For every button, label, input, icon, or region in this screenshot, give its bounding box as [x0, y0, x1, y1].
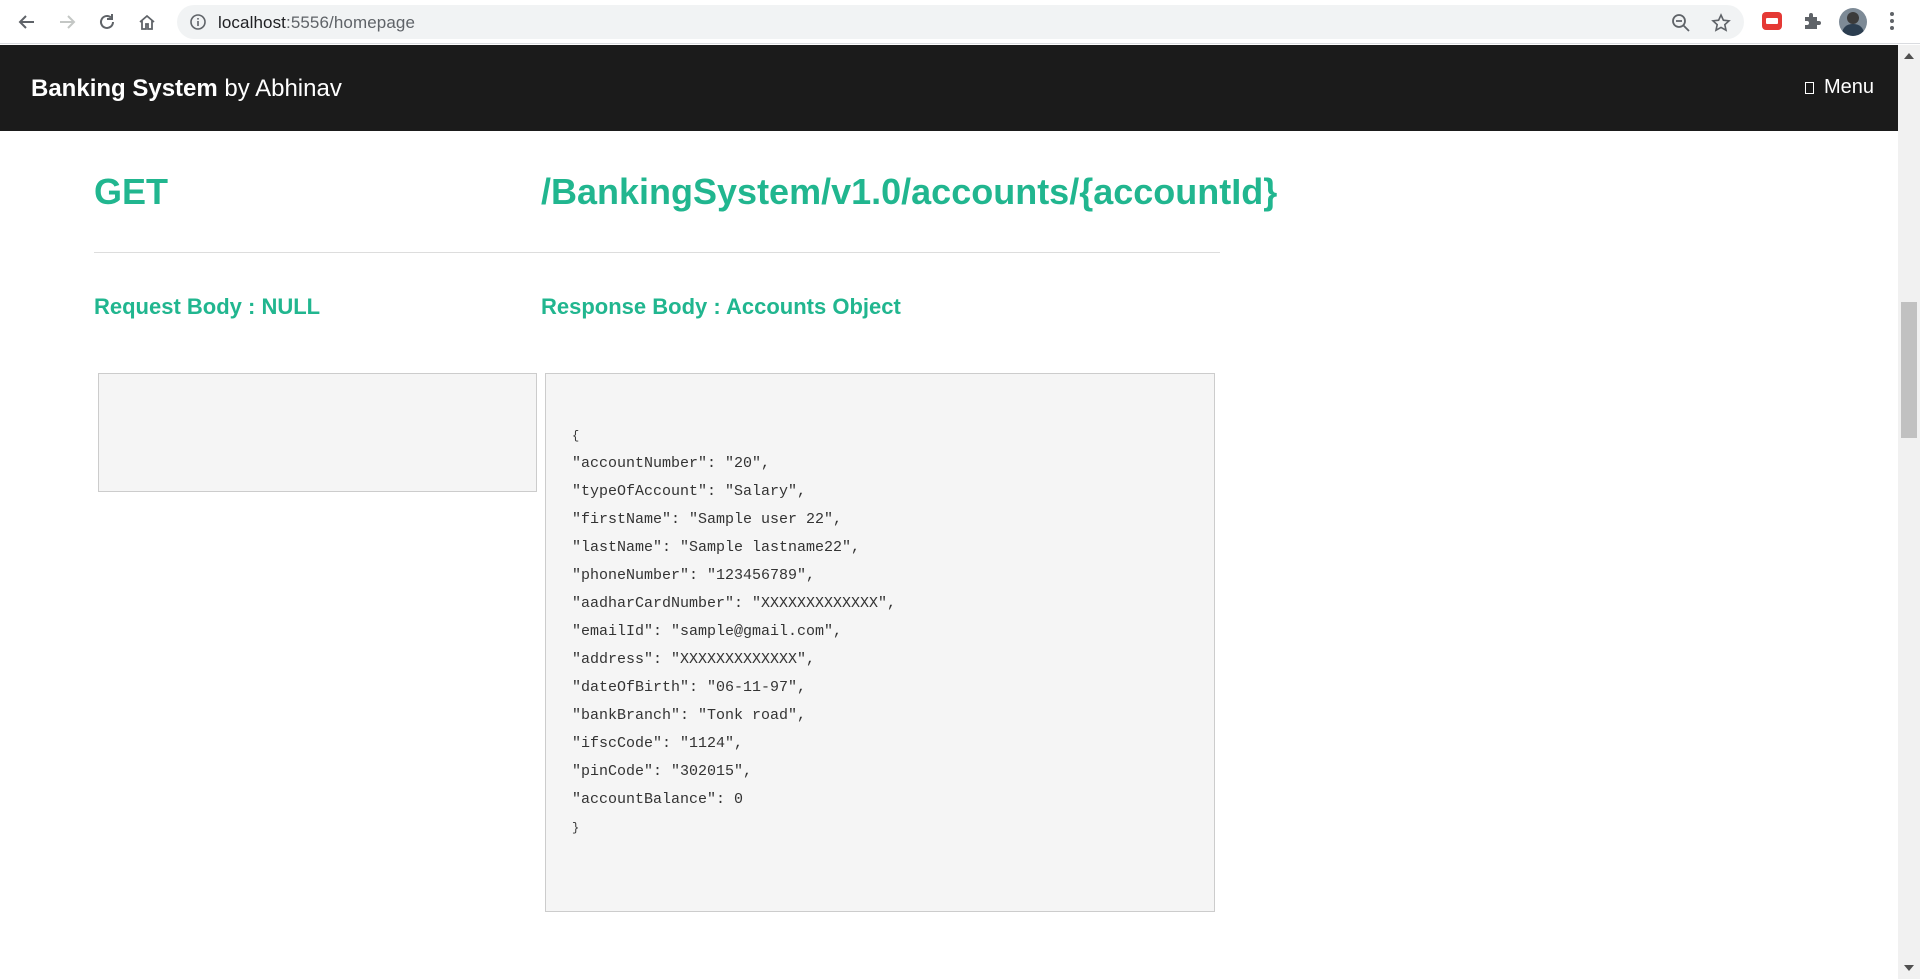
extensions-puzzle-icon[interactable] [1801, 10, 1823, 32]
app-header: Banking System by Abhinav Menu [0, 45, 1898, 131]
scroll-up-arrow-icon[interactable] [1904, 53, 1914, 59]
request-body-code [98, 373, 537, 492]
page-scrollbar[interactable] [1898, 45, 1920, 979]
back-icon[interactable] [13, 9, 41, 35]
response-json: { "accountNumber": "20", "typeOfAccount"… [572, 422, 896, 842]
menu-icon [1804, 81, 1814, 94]
address-bar[interactable]: localhost:5556/homepage [177, 5, 1744, 39]
scroll-down-arrow-icon[interactable] [1904, 965, 1914, 971]
json-line: "dateOfBirth": "06-11-97", [572, 679, 807, 696]
brand-author: by Abhinav [217, 75, 342, 102]
bookmark-star-icon[interactable] [1711, 13, 1731, 33]
url-path: :5556/homepage [286, 13, 416, 32]
json-line: "address": "XXXXXXXXXXXXX", [572, 651, 816, 668]
menu-label: Menu [1823, 76, 1874, 98]
url-host: localhost [218, 13, 286, 32]
json-line: "typeOfAccount": "Salary", [572, 483, 807, 500]
json-line: "accountBalance": 0 [572, 791, 744, 808]
zoom-icon[interactable] [1671, 13, 1691, 33]
forward-icon[interactable] [53, 9, 81, 35]
http-method: GET [94, 171, 169, 212]
section-divider [94, 252, 1220, 253]
reload-icon[interactable] [93, 9, 121, 35]
json-line: } [572, 821, 580, 835]
url-text[interactable]: localhost:5556/homepage [218, 13, 415, 33]
browser-toolbar: localhost:5556/homepage [0, 0, 1920, 44]
brand-title[interactable]: Banking System by Abhinav [31, 75, 342, 103]
endpoint-path: /BankingSystem/v1.0/accounts/{accountId} [541, 171, 1278, 212]
response-body-title: Response Body : Accounts Object [541, 294, 901, 319]
json-line: "emailId": "sample@gmail.com", [572, 623, 843, 640]
extension-red-icon[interactable] [1761, 10, 1783, 32]
json-line: "pinCode": "302015", [572, 763, 753, 780]
json-line: "firstName": "Sample user 22", [572, 511, 843, 528]
home-icon[interactable] [133, 9, 161, 35]
response-body-code: { "accountNumber": "20", "typeOfAccount"… [545, 373, 1215, 912]
scroll-thumb[interactable] [1901, 302, 1917, 438]
json-line: "aadharCardNumber": "XXXXXXXXXXXXX", [572, 595, 897, 612]
menu-button[interactable]: Menu [1804, 76, 1874, 99]
json-line: "bankBranch": "Tonk road", [572, 707, 807, 724]
json-line: "accountNumber": "20", [572, 455, 771, 472]
request-body-title: Request Body : NULL [94, 294, 321, 319]
profile-avatar[interactable] [1839, 8, 1867, 36]
json-line: "lastName": "Sample lastname22", [572, 539, 861, 556]
json-line: "phoneNumber": "123456789", [572, 567, 816, 584]
info-icon[interactable] [189, 13, 207, 31]
json-line: { [572, 429, 580, 443]
brand-name: Banking System [31, 75, 218, 102]
more-vert-icon[interactable] [1881, 10, 1903, 32]
json-line: "ifscCode": "1124", [572, 735, 744, 752]
